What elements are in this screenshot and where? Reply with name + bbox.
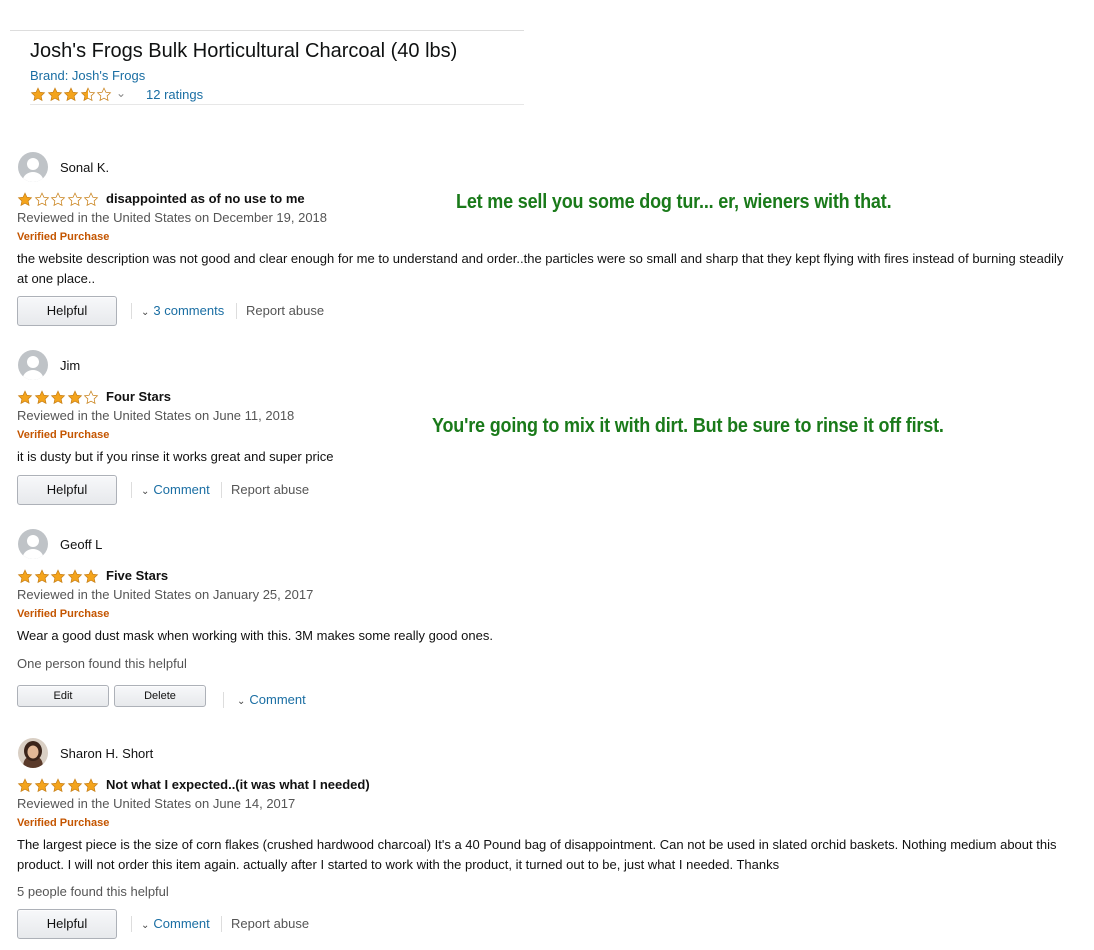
review-title[interactable]: Five Stars — [106, 568, 168, 583]
annotation-text: You're going to mix it with dirt. But be… — [432, 415, 944, 437]
star-filled-icon — [67, 390, 83, 405]
product-rating-stars[interactable] — [30, 86, 113, 104]
star-empty-icon — [83, 192, 99, 207]
divider — [131, 482, 132, 498]
brand-link[interactable]: Brand: Josh's Frogs — [30, 68, 145, 83]
verified-purchase-badge[interactable]: Verified Purchase — [17, 231, 109, 243]
star-filled-icon — [17, 390, 33, 405]
reviewer-name[interactable]: Sonal K. — [60, 160, 109, 175]
review-date: Reviewed in the United States on Decembe… — [17, 210, 328, 225]
user-photo-avatar — [18, 738, 48, 768]
ratings-count-link[interactable]: 12 ratings — [146, 87, 203, 102]
verified-purchase-badge[interactable]: Verified Purchase — [17, 608, 109, 620]
report-abuse-link[interactable]: Report abuse — [231, 916, 309, 931]
star-empty-icon — [96, 87, 112, 102]
chevron-down-icon: ⌄ — [141, 486, 150, 497]
reviewer-name[interactable]: Jim — [60, 358, 80, 373]
star-filled-icon — [50, 569, 66, 584]
comments-link-label[interactable]: Comment — [249, 692, 305, 707]
comments-link[interactable]: ⌄ Comment — [141, 482, 210, 497]
star-empty-icon — [83, 390, 99, 405]
star-filled-icon — [17, 192, 33, 207]
review-title[interactable]: disappointed as of no use to me — [106, 191, 305, 206]
star-empty-icon — [34, 192, 50, 207]
star-half-icon — [80, 87, 96, 102]
star-empty-icon — [50, 192, 66, 207]
helpful-count: 5 people found this helpful — [17, 884, 169, 899]
comments-link[interactable]: ⌄ 3 comments — [141, 303, 224, 318]
star-filled-icon — [50, 778, 66, 793]
default-avatar-icon — [18, 152, 48, 182]
star-filled-icon — [83, 778, 99, 793]
default-avatar-icon — [18, 350, 48, 380]
divider — [131, 303, 132, 319]
helpful-count: One person found this helpful — [17, 656, 187, 671]
chevron-down-icon: ⌄ — [141, 920, 150, 931]
star-filled-icon — [34, 569, 50, 584]
star-filled-icon — [34, 778, 50, 793]
review-stars — [17, 389, 100, 407]
star-filled-icon — [30, 87, 46, 102]
review-date: Reviewed in the United States on June 11… — [17, 408, 295, 423]
helpful-button[interactable]: Helpful — [17, 296, 117, 326]
divider — [221, 916, 222, 932]
review-date: Reviewed in the United States on January… — [17, 587, 314, 602]
edit-button[interactable]: Edit — [17, 685, 109, 707]
helpful-button[interactable]: Helpful — [17, 475, 117, 505]
review-body: it is dusty but if you rinse it works gr… — [17, 449, 334, 464]
comments-link-label[interactable]: Comment — [153, 916, 209, 931]
star-filled-icon — [34, 390, 50, 405]
star-filled-icon — [63, 87, 79, 102]
comments-link[interactable]: ⌄ Comment — [237, 692, 306, 707]
default-avatar-icon — [18, 529, 48, 559]
divider — [223, 692, 224, 708]
reviewer-name[interactable]: Sharon H. Short — [60, 746, 153, 761]
divider — [131, 916, 132, 932]
reviewer-name[interactable]: Geoff L — [60, 537, 102, 552]
comments-link[interactable]: ⌄ Comment — [141, 916, 210, 931]
review-stars — [17, 568, 100, 586]
header-top-divider — [10, 30, 524, 31]
star-filled-icon — [47, 87, 63, 102]
helpful-button[interactable]: Helpful — [17, 909, 117, 939]
star-empty-icon — [67, 192, 83, 207]
review-body: The largest piece is the size of corn fl… — [17, 837, 1057, 872]
review-stars — [17, 191, 100, 209]
star-filled-icon — [67, 569, 83, 584]
review-date: Reviewed in the United States on June 14… — [17, 796, 296, 811]
delete-button[interactable]: Delete — [114, 685, 206, 707]
comments-link-label[interactable]: 3 comments — [153, 303, 224, 318]
divider — [221, 482, 222, 498]
review-title[interactable]: Not what I expected..(it was what I need… — [106, 777, 370, 792]
review-stars — [17, 777, 100, 795]
star-filled-icon — [67, 778, 83, 793]
review-body: the website description was not good and… — [17, 251, 1064, 286]
star-filled-icon — [50, 390, 66, 405]
review-title[interactable]: Four Stars — [106, 389, 171, 404]
comments-link-label[interactable]: Comment — [153, 482, 209, 497]
report-abuse-link[interactable]: Report abuse — [231, 482, 309, 497]
annotation-text: Let me sell you some dog tur... er, wien… — [456, 191, 892, 213]
verified-purchase-badge[interactable]: Verified Purchase — [17, 429, 109, 441]
header-bottom-divider — [30, 104, 524, 105]
review-body: Wear a good dust mask when working with … — [17, 628, 493, 643]
verified-purchase-badge[interactable]: Verified Purchase — [17, 817, 109, 829]
star-filled-icon — [83, 569, 99, 584]
product-title: Josh's Frogs Bulk Horticultural Charcoal… — [30, 40, 458, 62]
chevron-down-icon: ⌄ — [237, 696, 246, 707]
star-filled-icon — [17, 778, 33, 793]
star-filled-icon — [17, 569, 33, 584]
chevron-down-icon: ⌄ — [141, 307, 150, 318]
report-abuse-link[interactable]: Report abuse — [246, 303, 324, 318]
chevron-down-icon[interactable]: ⌄ — [116, 86, 126, 100]
divider — [236, 303, 237, 319]
